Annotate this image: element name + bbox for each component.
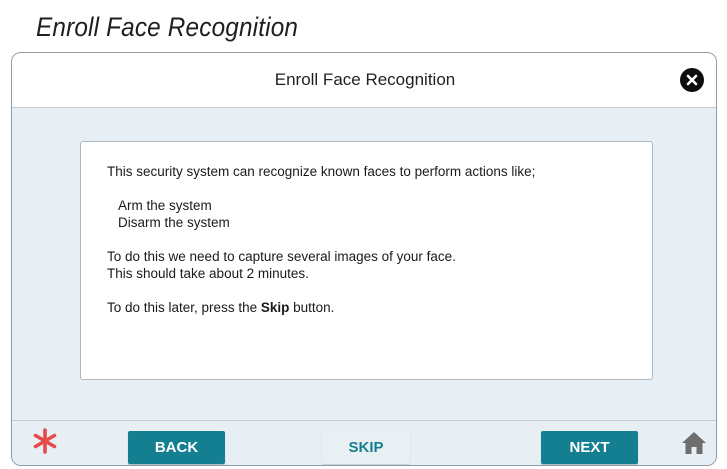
back-button[interactable]: BACK [128,431,225,464]
content-area: This security system can recognize known… [12,108,716,422]
close-icon [686,74,698,86]
action-item: Arm the system [118,198,212,213]
skip-instruction-bold: Skip [260,300,290,315]
capture-text-line1: To do this we need to capture several im… [107,249,456,264]
close-button[interactable] [680,68,704,92]
enroll-dialog: Enroll Face Recognition This security sy… [11,52,717,466]
skip-instruction-prefix: To do this later, press the [107,300,261,315]
home-icon[interactable] [681,431,707,455]
dialog-title: Enroll Face Recognition [274,70,456,89]
dialog-title-bar: Enroll Face Recognition [12,53,716,108]
instruction-card: This security system can recognize known… [80,141,653,380]
intro-text: This security system can recognize known… [107,164,536,179]
next-button[interactable]: NEXT [541,431,638,464]
page-heading: Enroll Face Recognition [36,12,299,42]
capture-text-line2: This should take about 2 minutes. [107,266,309,281]
action-item: Disarm the system [118,215,230,230]
skip-button[interactable]: SKIP [322,431,410,464]
skip-instruction-suffix: button. [289,300,335,315]
footer-bar: BACK SKIP NEXT [12,420,716,465]
asterisk-icon[interactable] [32,428,58,454]
skip-instruction: To do this later, press the Skip button. [107,299,626,316]
